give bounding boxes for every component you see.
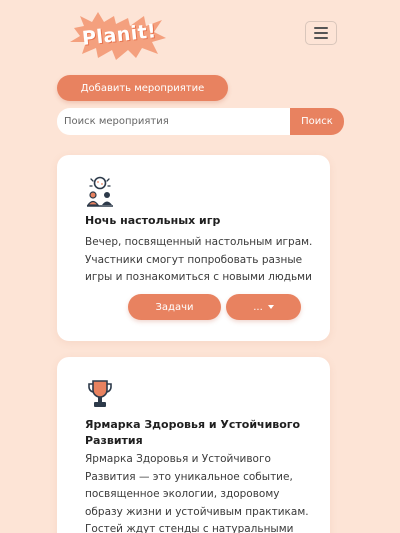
search-button[interactable]: Поиск xyxy=(290,108,344,135)
trophy-icon xyxy=(85,377,115,411)
board-game-icon xyxy=(85,175,115,209)
more-options-dropdown[interactable]: ... xyxy=(226,294,301,320)
hamburger-menu-icon xyxy=(314,27,328,29)
app-page: Planit! Добавить мероприятие Поиск мероп… xyxy=(0,0,400,533)
menu-toggle-button[interactable] xyxy=(305,21,337,45)
event-card: Ночь настольных игр Вечер, посвященный н… xyxy=(57,155,330,341)
event-card: Ярмарка Здоровья и Устойчивого Развития … xyxy=(57,357,330,533)
planit-logo[interactable]: Planit! xyxy=(66,10,170,62)
tasks-button[interactable]: Задачи xyxy=(128,294,221,320)
more-options-label: ... xyxy=(253,301,263,313)
event-description: Ярмарка Здоровья и Устойчивого Развития … xyxy=(85,453,309,533)
chevron-down-icon xyxy=(267,305,274,309)
add-event-button[interactable]: Добавить мероприятие xyxy=(57,75,228,101)
event-title: Ярмарка Здоровья и Устойчивого Развития xyxy=(85,418,301,447)
event-title: Ночь настольных игр xyxy=(85,214,221,227)
search-input[interactable] xyxy=(57,108,291,135)
event-description: Вечер, посвященный настольным играм. Уча… xyxy=(85,236,313,283)
search-bar: Поиск xyxy=(57,108,344,135)
